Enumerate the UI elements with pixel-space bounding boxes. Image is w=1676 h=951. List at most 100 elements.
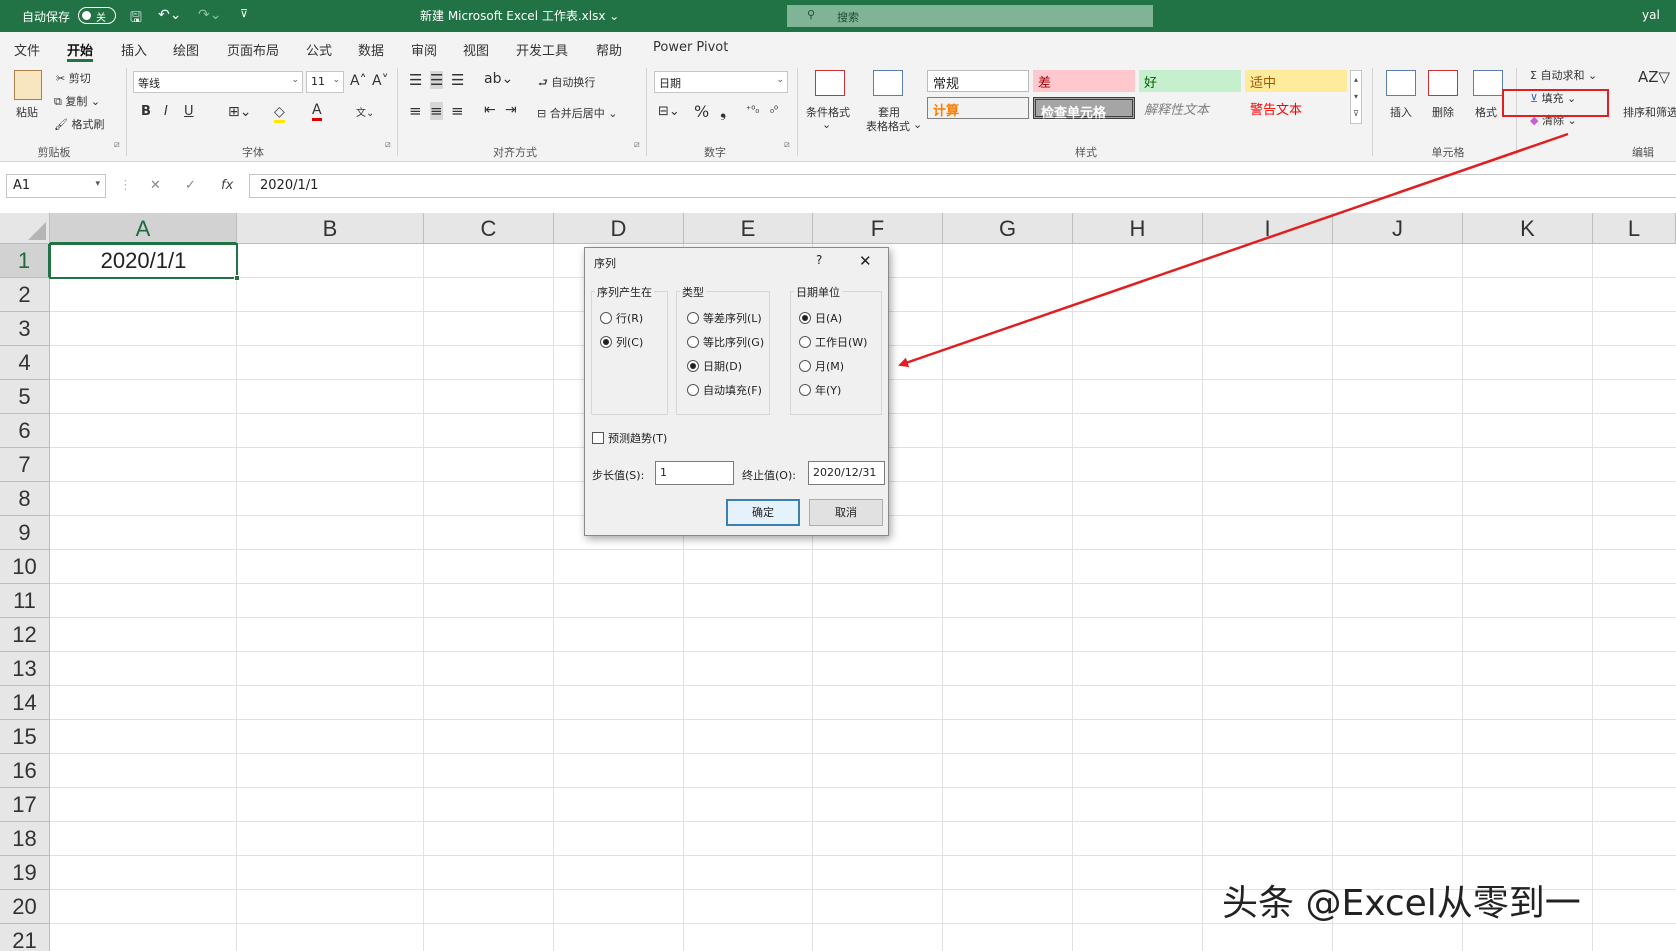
styles-scroll[interactable]: ▴ ▾ ⊽ (1350, 70, 1362, 124)
column-header-g[interactable]: G (943, 213, 1073, 244)
formula-input[interactable]: 2020/1/1 (249, 174, 1676, 198)
tab-view[interactable]: 视图 (463, 40, 489, 59)
tab-developer[interactable]: 开发工具 (516, 40, 568, 59)
font-size-select[interactable]: 11 ⌄ (306, 71, 344, 93)
tab-formulas[interactable]: 公式 (306, 40, 332, 59)
tab-home[interactable]: 开始 (67, 40, 94, 62)
row-header-4[interactable]: 4 (0, 346, 50, 380)
row-header-12[interactable]: 12 (0, 618, 50, 652)
bold-button[interactable]: B (141, 104, 151, 119)
tab-file[interactable]: 文件 (14, 40, 40, 59)
help-icon[interactable]: ? (816, 253, 822, 267)
search-box[interactable]: ⚲ 搜索 (787, 5, 1153, 27)
paste-icon[interactable] (14, 70, 42, 100)
customize-qat-icon[interactable]: ⊽ (240, 7, 248, 20)
row-header-10[interactable]: 10 (0, 550, 50, 584)
percent-button[interactable]: % (694, 102, 709, 121)
row-header-14[interactable]: 14 (0, 686, 50, 720)
row-header-18[interactable]: 18 (0, 822, 50, 856)
align-middle-icon[interactable]: ☰ (430, 71, 444, 89)
row-header-1[interactable]: 1 (0, 244, 50, 278)
format-table-label-2[interactable]: 表格格式 (866, 118, 910, 134)
row-header-5[interactable]: 5 (0, 380, 50, 414)
undo-icon[interactable]: ↶⌄ (158, 7, 181, 23)
column-header-a[interactable]: A (50, 213, 237, 244)
decrease-indent-icon[interactable]: ⇤ (484, 102, 496, 118)
row-header-17[interactable]: 17 (0, 788, 50, 822)
font-color-icon[interactable]: A (312, 102, 322, 121)
increase-font-icon[interactable]: A˄ (350, 73, 367, 89)
close-icon[interactable]: ✕ (859, 252, 872, 270)
cancel-button[interactable]: 取消 (809, 499, 883, 526)
merge-center-button[interactable]: ⊟ 合并后居中 ⌄ (537, 105, 617, 121)
trend-checkbox[interactable]: 预测趋势(T) (592, 430, 667, 446)
row-header-9[interactable]: 9 (0, 516, 50, 550)
row-header-3[interactable]: 3 (0, 312, 50, 346)
column-header-i[interactable]: I (1203, 213, 1333, 244)
name-box[interactable]: A1 ▾ (6, 174, 106, 198)
paste-button[interactable]: 粘贴 (16, 104, 38, 120)
align-center-icon[interactable]: ≡ (430, 102, 443, 120)
ok-button[interactable]: 确定 (726, 499, 800, 526)
copy-button[interactable]: ⧉ 复制 ⌄ (54, 93, 100, 109)
enter-icon[interactable]: ✓ (185, 178, 196, 193)
row-header-8[interactable]: 8 (0, 482, 50, 516)
align-right-icon[interactable]: ≡ (451, 102, 464, 120)
radio-row[interactable]: 行(R) (600, 310, 643, 326)
column-header-h[interactable]: H (1073, 213, 1203, 244)
row-header-19[interactable]: 19 (0, 856, 50, 890)
comma-icon[interactable]: ❟ (720, 102, 726, 122)
format-painter-button[interactable]: 🖌 格式刷 (54, 116, 104, 132)
style-normal[interactable]: 常规 (927, 70, 1029, 92)
sort-filter-button[interactable]: 排序和筛选 (1623, 104, 1676, 120)
number-format-select[interactable]: 日期 ⌄ (654, 71, 788, 93)
cell-a1[interactable]: 2020/1/1 (49, 243, 240, 281)
column-header-k[interactable]: K (1463, 213, 1593, 244)
tab-draw[interactable]: 绘图 (173, 40, 199, 59)
row-header-13[interactable]: 13 (0, 652, 50, 686)
delete-cells-icon[interactable] (1428, 70, 1458, 96)
radio-year[interactable]: 年(Y) (799, 382, 841, 398)
tab-power-pivot[interactable]: Power Pivot (653, 40, 728, 55)
save-icon[interactable]: 🖫 (130, 7, 142, 31)
align-bottom-icon[interactable]: ☰ (451, 71, 464, 89)
font-family-select[interactable]: 等线 ⌄ (133, 71, 303, 93)
format-cells-icon[interactable] (1473, 70, 1503, 96)
style-warning[interactable]: 警告文本 (1245, 97, 1347, 119)
tab-data[interactable]: 数据 (358, 40, 384, 59)
radio-col[interactable]: 列(C) (600, 334, 643, 350)
row-header-7[interactable]: 7 (0, 448, 50, 482)
italic-button[interactable]: I (164, 104, 168, 119)
redo-icon[interactable]: ↷⌄ (198, 7, 221, 23)
style-bad[interactable]: 差 (1033, 70, 1135, 92)
alignment-launcher-icon[interactable]: ⧄ (634, 140, 640, 150)
align-top-icon[interactable]: ☰ (409, 71, 422, 89)
row-header-2[interactable]: 2 (0, 278, 50, 312)
style-good[interactable]: 好 (1139, 70, 1241, 92)
row-header-21[interactable]: 21 (0, 924, 50, 951)
column-header-e[interactable]: E (684, 213, 813, 244)
wrap-text-button[interactable]: ⮐ 自动换行 (538, 74, 595, 93)
column-header-b[interactable]: B (237, 213, 424, 244)
stop-input[interactable]: 2020/12/31 (808, 461, 885, 485)
column-header-d[interactable]: D (554, 213, 684, 244)
style-calculation[interactable]: 计算 (927, 97, 1029, 119)
radio-growth[interactable]: 等比序列(G) (687, 334, 764, 350)
tab-review[interactable]: 审阅 (411, 40, 437, 59)
row-header-11[interactable]: 11 (0, 584, 50, 618)
font-launcher-icon[interactable]: ⧄ (385, 140, 391, 150)
style-explanatory[interactable]: 解释性文本 (1139, 97, 1241, 119)
fill-color-icon[interactable]: ◇ (274, 104, 285, 123)
underline-button[interactable]: U (184, 104, 194, 119)
fill-handle[interactable] (234, 275, 240, 281)
column-header-f[interactable]: F (813, 213, 943, 244)
radio-date[interactable]: 日期(D) (687, 358, 742, 374)
borders-icon[interactable]: ⊞⌄ (228, 104, 251, 120)
increase-decimal-icon[interactable]: ⁺⁰₀ (746, 105, 759, 116)
delete-cells-button[interactable]: 删除 (1432, 104, 1454, 120)
decrease-font-icon[interactable]: A˅ (372, 73, 389, 89)
insert-function-icon[interactable]: fx (221, 178, 233, 193)
style-check-cell[interactable]: 检查单元格 (1033, 97, 1135, 121)
insert-cells-button[interactable]: 插入 (1390, 104, 1412, 120)
row-header-20[interactable]: 20 (0, 890, 50, 924)
